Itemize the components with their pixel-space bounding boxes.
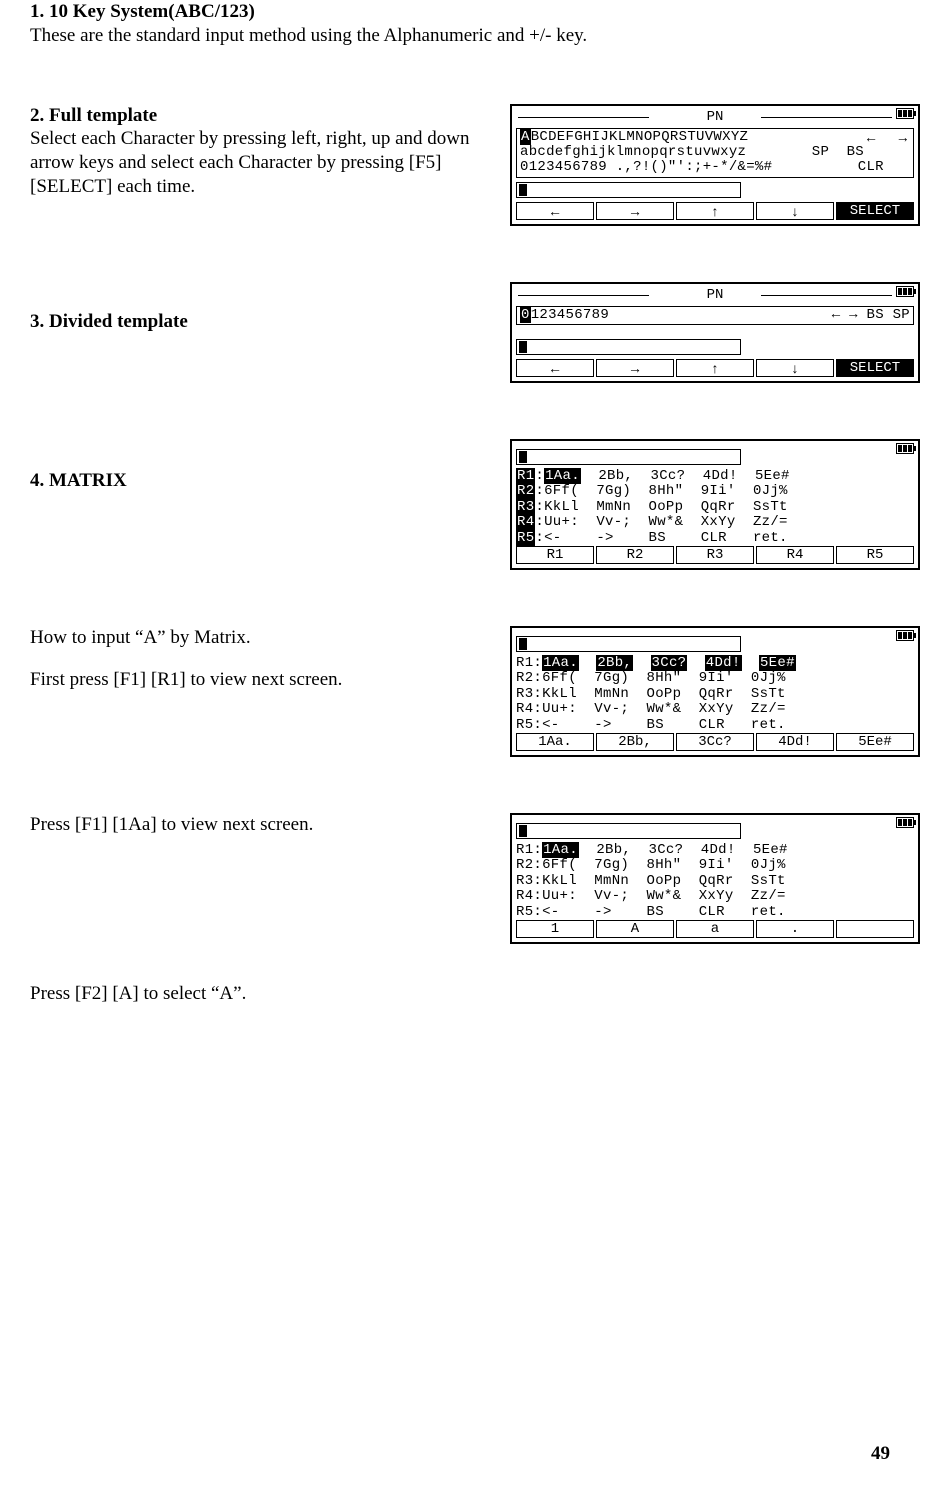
section4-title: 4. MATRIX: [30, 469, 500, 493]
divided-rest: 123456789: [531, 307, 609, 323]
softkey[interactable]: 5Ee#: [836, 733, 914, 751]
softkey-down[interactable]: ↓: [756, 202, 834, 220]
cursor-icon: [519, 341, 527, 353]
softkey-up[interactable]: ↑: [676, 202, 754, 220]
softkey-select[interactable]: SELECT: [836, 359, 914, 377]
battery-icon: [896, 630, 914, 641]
lcd-matrix-1: R1:1Aa. 2Bb, 3Cc? 4Dd! 5Ee# R2:6Ff( 7Gg)…: [510, 439, 920, 570]
cursor-icon: [519, 638, 527, 650]
howto-line1: How to input “A” by Matrix.: [30, 626, 500, 650]
lcd-matrix-2: R1:1Aa. 2Bb, 3Cc? 4Dd! 5Ee# R2:6Ff( 7Gg)…: [510, 626, 920, 757]
battery-icon: [896, 443, 914, 454]
lower-row: abcdefghijklmnopqrstuvwxyz: [520, 144, 746, 160]
softkey[interactable]: [836, 920, 914, 938]
divided-right: ← → BS SP: [832, 308, 910, 323]
section2-title: 2. Full template: [30, 104, 500, 128]
softkey[interactable]: R3: [676, 546, 754, 564]
sp-label: SP: [812, 144, 829, 160]
cursor-icon: [519, 825, 527, 837]
howto-line3: Press [F1] [1Aa] to view next screen.: [30, 813, 500, 837]
lcd-divided-template: PN 0123456789← → BS SP ← → ↑ ↓ SELECT: [510, 282, 920, 383]
softkey[interactable]: R4: [756, 546, 834, 564]
softkey[interactable]: A: [596, 920, 674, 938]
howto-line4: Press [F2] [A] to select “A”.: [30, 982, 920, 1006]
pn-label: PN: [707, 287, 724, 303]
softkey-right[interactable]: →: [596, 202, 674, 220]
page-number: 49: [871, 1442, 890, 1466]
section1-title: 1. 10 Key System(ABC/123): [30, 0, 920, 24]
softkey[interactable]: .: [756, 920, 834, 938]
lcd-full-template: PN ABCDEFGHIJKLMNOPQRSTUVWXYZ← → abcdefg…: [510, 104, 920, 226]
howto-line2: First press [F1] [R1] to view next scree…: [30, 668, 500, 692]
softkey-down[interactable]: ↓: [756, 359, 834, 377]
softkey[interactable]: 2Bb,: [596, 733, 674, 751]
arrow-right-icon: →: [896, 129, 910, 145]
softkey[interactable]: R1: [516, 546, 594, 564]
cursor-icon: [519, 451, 527, 463]
softkey-left[interactable]: ←: [516, 359, 594, 377]
lcd-matrix-3: R1:1Aa. 2Bb, 3Cc? 4Dd! 5Ee# R2:6Ff( 7Gg)…: [510, 813, 920, 944]
softkey-up[interactable]: ↑: [676, 359, 754, 377]
softkey-select[interactable]: SELECT: [836, 202, 914, 220]
nums-row: 0123456789 .,?!()"':;+-*/&=%#: [520, 159, 772, 175]
softkey[interactable]: R5: [836, 546, 914, 564]
softkey-left[interactable]: ←: [516, 202, 594, 220]
arrow-left-icon: ←: [864, 129, 878, 145]
battery-icon: [896, 817, 914, 828]
section3-title: 3. Divided template: [30, 310, 500, 334]
pn-label: PN: [707, 109, 724, 125]
upper-row-rest: BCDEFGHIJKLMNOPQRSTUVWXYZ: [531, 129, 749, 145]
clr-label: CLR: [858, 159, 884, 175]
softkey[interactable]: 1Aa.: [516, 733, 594, 751]
section2-body: Select each Character by pressing left, …: [30, 127, 500, 198]
softkey-right[interactable]: →: [596, 359, 674, 377]
softkey[interactable]: 3Cc?: [676, 733, 754, 751]
section1-body: These are the standard input method usin…: [30, 24, 920, 48]
softkey[interactable]: 4Dd!: [756, 733, 834, 751]
softkey[interactable]: 1: [516, 920, 594, 938]
softkey[interactable]: R2: [596, 546, 674, 564]
bs-label: BS: [847, 144, 864, 160]
softkey[interactable]: a: [676, 920, 754, 938]
cursor-icon: [519, 184, 527, 196]
